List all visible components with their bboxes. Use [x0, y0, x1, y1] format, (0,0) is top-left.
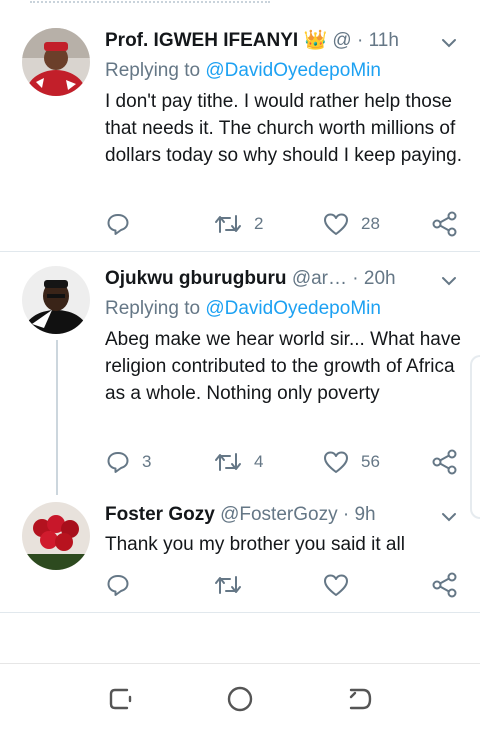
like-button[interactable] [323, 570, 349, 600]
retweet-count: 4 [254, 452, 264, 471]
author-name[interactable]: Foster Gozy [105, 504, 215, 525]
divider [0, 251, 480, 252]
reply-button[interactable] [106, 570, 130, 600]
tweet-header: Ojukwu gburugburu @ar… · 20h [105, 266, 436, 292]
author-handle[interactable]: @ar… [292, 268, 347, 289]
tweet-header: Prof. IGWEH IFEANYI 👑 @ · 11h [105, 28, 436, 54]
share-button[interactable] [432, 447, 458, 477]
back-icon [349, 688, 372, 710]
avatar[interactable] [22, 502, 90, 570]
author-handle[interactable]: @FosterGozy [220, 504, 337, 525]
reply-button[interactable]: 3 [106, 447, 151, 477]
replying-to: Replying to @DavidOyedepoMin [105, 58, 381, 84]
share-button[interactable] [432, 209, 458, 239]
author-name[interactable]: Ojukwu gburugburu [105, 268, 287, 289]
timestamp[interactable]: 11h [369, 30, 399, 51]
author-handle[interactable]: @ [332, 30, 351, 51]
retweet-icon [215, 576, 241, 594]
home-button[interactable] [225, 684, 255, 714]
chevron-down-icon[interactable] [440, 34, 458, 52]
reply-handle-link[interactable]: @DavidOyedepoMin [205, 298, 381, 319]
retweet-button[interactable] [214, 570, 242, 600]
author-name[interactable]: Prof. IGWEH IFEANYI [105, 30, 298, 51]
heart-icon [324, 213, 348, 235]
top-partial-divider [0, 0, 480, 8]
heart-icon [324, 451, 348, 473]
share-icon [432, 211, 457, 237]
share-icon [432, 449, 457, 475]
reply-icon [107, 575, 129, 596]
reply-count: 3 [142, 452, 152, 471]
retweet-button[interactable]: 2 [214, 209, 263, 239]
reply-handle-link[interactable]: @DavidOyedepoMin [205, 60, 381, 81]
replying-to-label: Replying to [105, 60, 201, 81]
like-button[interactable]: 28 [323, 209, 380, 239]
tweet-actions [0, 570, 480, 600]
home-icon [227, 686, 253, 712]
retweet-count: 2 [254, 214, 264, 233]
back-button[interactable] [345, 684, 375, 714]
separator: · [357, 30, 364, 51]
tweet-text: I don't pay tithe. I would rather help t… [105, 91, 462, 166]
retweet-button[interactable]: 4 [214, 447, 263, 477]
scrollbar-handle[interactable] [470, 355, 480, 519]
avatar[interactable] [22, 266, 90, 334]
timestamp[interactable]: 20h [364, 268, 396, 289]
separator: · [342, 504, 350, 525]
replying-to: Replying to @DavidOyedepoMin [105, 296, 381, 322]
avatar[interactable] [22, 28, 90, 96]
tweet-actions: 2 28 [0, 209, 480, 239]
retweet-icon [215, 453, 241, 471]
crown-emoji: 👑 [303, 30, 328, 51]
separator: · [352, 268, 359, 289]
timestamp[interactable]: 9h [354, 504, 375, 525]
tweet[interactable]: Ojukwu gburugburu @ar… · 20h Replying to… [0, 266, 480, 486]
divider [0, 612, 480, 613]
share-button[interactable] [432, 570, 458, 600]
tweet-header: Foster Gozy @FosterGozy · 9h [105, 502, 436, 528]
retweet-icon [215, 215, 241, 233]
reply-icon [107, 214, 129, 235]
recent-apps-button[interactable] [106, 684, 136, 714]
like-count: 56 [361, 452, 380, 471]
tweet-text: Abeg make we hear world sir... What have… [105, 329, 461, 404]
like-button[interactable]: 56 [323, 447, 380, 477]
chevron-down-icon[interactable] [440, 272, 458, 290]
like-count: 28 [361, 214, 380, 233]
tweet[interactable]: Foster Gozy @FosterGozy · 9h Thank you m… [0, 502, 480, 607]
tweet-text: Thank you my brother you said it all [105, 534, 405, 555]
tweet[interactable]: Prof. IGWEH IFEANYI 👑 @ · 11h Replying t… [0, 28, 480, 250]
reply-icon [107, 452, 129, 473]
tweet-actions: 3 4 56 [0, 447, 480, 477]
recent-apps-icon [109, 688, 132, 710]
reply-button[interactable] [106, 209, 130, 239]
replying-to-label: Replying to [105, 298, 201, 319]
chevron-down-icon[interactable] [440, 508, 458, 526]
system-nav-bar [0, 663, 480, 734]
share-icon [432, 572, 457, 598]
heart-icon [324, 574, 348, 596]
